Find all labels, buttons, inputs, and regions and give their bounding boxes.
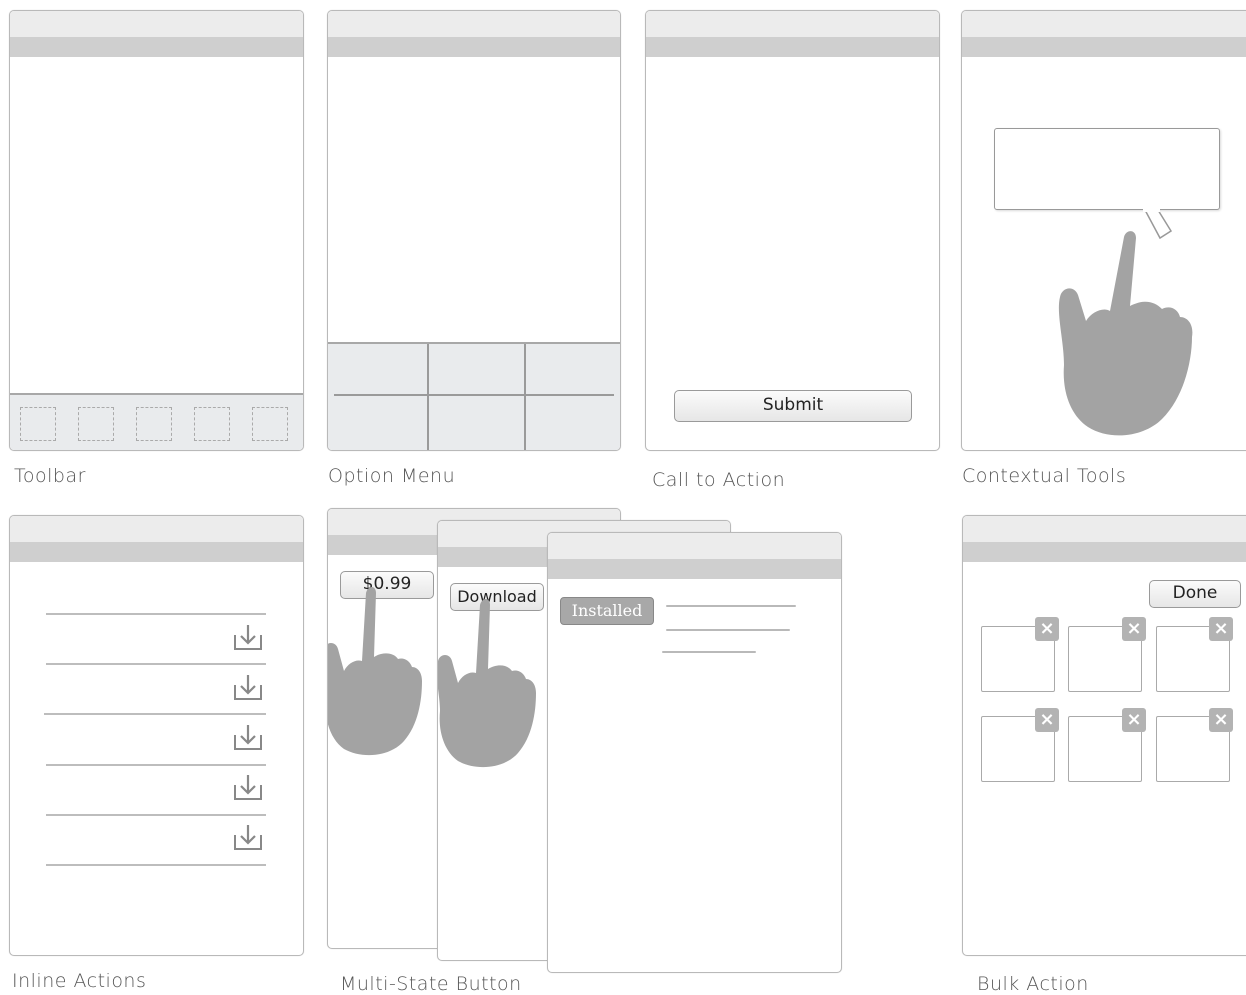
menu-divider: [334, 394, 614, 396]
toolbar-slot[interactable]: [136, 407, 172, 441]
wireframe-contextual-tools: [961, 10, 1246, 451]
done-button[interactable]: Done: [1149, 580, 1241, 608]
toolbar-slot[interactable]: [194, 407, 230, 441]
status-bar: [962, 11, 1246, 37]
option-menu-grid[interactable]: [328, 342, 620, 450]
caption-multi-state-button: Multi-State Button: [340, 973, 522, 995]
status-bar: [963, 516, 1246, 542]
title-bar: [10, 542, 303, 562]
detail-text-line: [662, 651, 756, 653]
title-bar: [548, 559, 841, 579]
contextual-popup[interactable]: [994, 128, 1220, 210]
menu-divider: [524, 344, 526, 450]
status-bar: [646, 11, 939, 37]
popup-pointer: [1143, 209, 1173, 240]
detail-text-line: [666, 629, 790, 631]
wireframe-call-to-action: Submit: [645, 10, 940, 451]
bottom-toolbar: [10, 393, 303, 450]
wireframe-bulk-action: Done × × × × × ×: [962, 515, 1246, 956]
title-bar: [328, 37, 620, 57]
toolbar-slot[interactable]: [252, 407, 288, 441]
status-bar: [10, 11, 303, 37]
list-divider: [46, 613, 266, 615]
toolbar-slot[interactable]: [20, 407, 56, 441]
menu-divider: [427, 344, 429, 450]
toolbar-slot[interactable]: [78, 407, 114, 441]
close-icon[interactable]: ×: [1122, 617, 1146, 641]
caption-call-to-action: Call to Action: [652, 469, 786, 491]
caption-option-menu: Option Menu: [328, 465, 456, 487]
caption-contextual-tools: Contextual Tools: [962, 465, 1127, 487]
caption-toolbar: Toolbar: [14, 465, 86, 487]
list-divider: [46, 864, 266, 866]
download-tray-icon[interactable]: [232, 723, 264, 753]
pointing-hand-icon: [328, 587, 422, 756]
title-bar: [963, 542, 1246, 562]
download-tray-icon[interactable]: [232, 773, 264, 803]
list-divider: [46, 663, 266, 665]
detail-text-line: [666, 605, 796, 607]
close-icon[interactable]: ×: [1122, 708, 1146, 732]
close-icon[interactable]: ×: [1209, 708, 1233, 732]
pointing-hand-icon: [438, 599, 536, 768]
download-tray-icon[interactable]: [232, 673, 264, 703]
download-tray-icon[interactable]: [232, 623, 264, 653]
status-bar: [328, 11, 620, 37]
download-tray-icon[interactable]: [232, 823, 264, 853]
list-divider: [46, 814, 266, 816]
list-divider: [46, 764, 266, 766]
close-icon[interactable]: ×: [1035, 617, 1059, 641]
close-icon[interactable]: ×: [1209, 617, 1233, 641]
title-bar: [646, 37, 939, 57]
status-bar: [10, 516, 303, 542]
title-bar: [962, 37, 1246, 57]
pointing-hand-icon: [1058, 208, 1193, 436]
caption-inline-actions: Inline Actions: [12, 970, 147, 992]
title-bar: [10, 37, 303, 57]
wireframe-option-menu: [327, 10, 621, 451]
installed-button[interactable]: Installed: [560, 597, 654, 625]
close-icon[interactable]: ×: [1035, 708, 1059, 732]
wireframe-inline-actions: [9, 515, 304, 956]
wireframe-multi-state-installed: Installed: [547, 532, 842, 973]
submit-button[interactable]: Submit: [674, 390, 912, 422]
caption-bulk-action: Bulk Action: [977, 973, 1089, 995]
wireframe-toolbar: [9, 10, 304, 451]
status-bar: [548, 533, 841, 559]
list-divider: [44, 713, 266, 715]
